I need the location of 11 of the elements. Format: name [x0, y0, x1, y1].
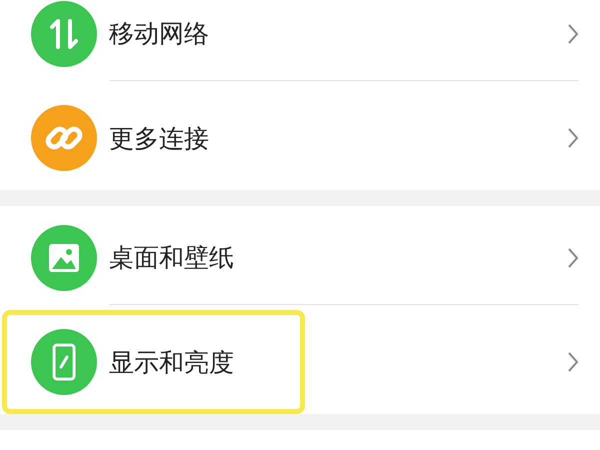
- chevron-icon: [567, 351, 579, 373]
- chevron-icon: [567, 246, 579, 268]
- settings-item[interactable]: 桌面和壁纸: [2, 206, 600, 310]
- chevron-icon: [567, 127, 579, 149]
- item-label: 桌面和壁纸: [109, 242, 234, 274]
- settings-item[interactable]: 移动网络: [2, 0, 600, 86]
- item-label: 移动网络: [109, 18, 209, 50]
- chevron-icon: [567, 22, 579, 44]
- item-label: 显示和亮度: [109, 346, 234, 378]
- item-label: 更多连接: [109, 122, 209, 154]
- settings-item[interactable]: 更多连接: [2, 86, 600, 190]
